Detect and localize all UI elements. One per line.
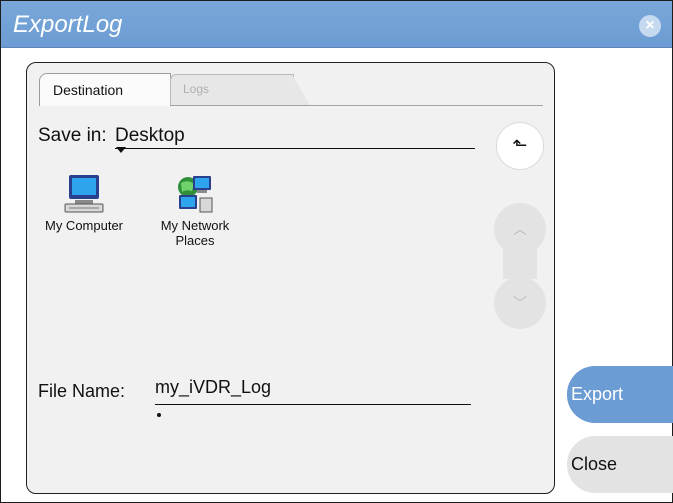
text-cursor-icon (157, 413, 161, 417)
file-item-label: My Network (160, 218, 230, 233)
save-in-dropdown[interactable]: Desktop (115, 125, 185, 147)
dropdown-caret-icon[interactable] (116, 147, 126, 153)
close-button[interactable]: Close (567, 436, 673, 493)
file-name-underline (155, 404, 471, 405)
save-in-underline (115, 148, 475, 149)
file-item-my-computer[interactable]: My Computer (30, 173, 138, 233)
network-places-icon (178, 176, 213, 213)
chevron-down-icon: ﹀ (513, 295, 527, 311)
window-title: ExportLog (13, 11, 123, 38)
title-bar: ExportLog × (1, 1, 672, 48)
tab-destination[interactable]: Destination (39, 73, 171, 106)
export-log-window: ExportLog × Destination Logs Save in: De… (0, 0, 673, 503)
up-folder-icon: ⬑ (512, 135, 528, 155)
file-name-input[interactable]: my_iVDR_Log (155, 377, 271, 398)
scroll-up-button[interactable]: ︿ (494, 203, 546, 255)
tab-logs[interactable]: Logs (170, 74, 310, 105)
save-in-label: Save in: (38, 125, 107, 146)
chevron-up-icon: ︿ (513, 221, 527, 237)
file-name-label: File Name: (38, 381, 126, 401)
file-item-label-line2: Places (175, 233, 215, 248)
destination-panel: Destination Logs Save in: Desktop ⬑ ︿ ﹀ (26, 62, 555, 494)
file-item-label: My Computer (44, 218, 124, 233)
computer-icon (64, 175, 104, 213)
scroll-down-button[interactable]: ﹀ (494, 277, 546, 329)
export-button[interactable]: Export (567, 366, 673, 423)
up-folder-button[interactable]: ⬑ (496, 122, 544, 170)
close-icon[interactable]: × (639, 15, 661, 37)
scroll-control: ︿ ﹀ (494, 203, 546, 331)
file-item-my-network-places[interactable]: My Network Places (149, 173, 241, 248)
